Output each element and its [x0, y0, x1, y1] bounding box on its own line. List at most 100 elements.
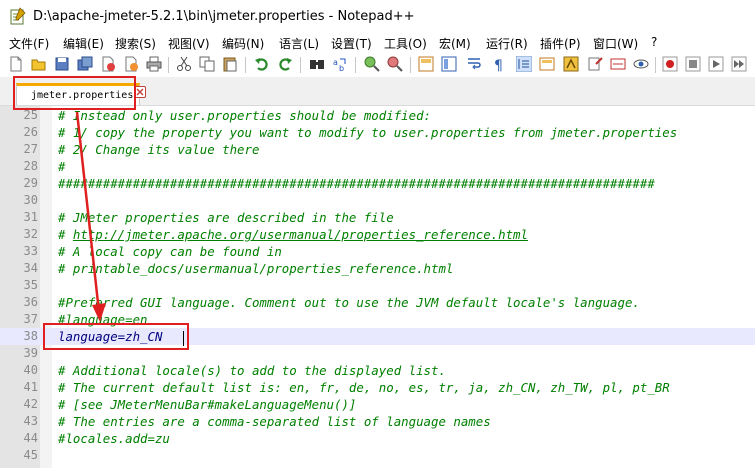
stop-record-icon[interactable]	[685, 56, 701, 72]
code-text: #	[58, 159, 66, 174]
code-line: 28 #	[0, 158, 755, 175]
code-line: 26 # 1/ copy the property you want to mod…	[0, 124, 755, 141]
code-text: # 2/ Change its value there	[58, 142, 260, 157]
copy-icon[interactable]	[199, 56, 215, 72]
tab-bar: jmeter.properties	[0, 77, 755, 106]
text-caret	[183, 331, 184, 346]
tab-jmeter-properties[interactable]: jmeter.properties	[16, 83, 140, 105]
code-text: # JMeter properties are described in the…	[58, 210, 394, 225]
notepadpp-app-icon	[10, 7, 26, 25]
code-line: 29 ######################################…	[0, 175, 755, 192]
code-text: # Instead only user.properties should be…	[58, 108, 431, 123]
editor-area[interactable]: 25 # Instead only user.properties should …	[0, 106, 755, 468]
menu-file[interactable]: 文件(F)	[9, 35, 49, 52]
toolbar-separator	[300, 57, 301, 73]
line-number: 44	[23, 431, 38, 445]
menu-search[interactable]: 搜索(S)	[115, 35, 156, 52]
new-file-icon[interactable]	[8, 56, 24, 72]
sync-horizontal-icon[interactable]	[441, 56, 457, 72]
line-number: 30	[23, 193, 38, 207]
code-line: 39	[0, 345, 755, 362]
line-number: 45	[23, 448, 38, 462]
menu-help[interactable]: ?	[651, 35, 657, 49]
cut-icon[interactable]	[176, 56, 192, 72]
tab-close-icon[interactable]	[134, 86, 146, 98]
line-number: 35	[23, 278, 38, 292]
menu-window[interactable]: 窗口(W)	[593, 35, 638, 52]
open-file-icon[interactable]	[31, 56, 47, 72]
eye-icon[interactable]	[633, 56, 649, 72]
reference-link[interactable]: http://jmeter.apache.org/usermanual/prop…	[73, 227, 528, 242]
toolbar-separator	[655, 57, 656, 73]
toolbar-separator	[410, 57, 411, 73]
line-number: 31	[23, 210, 38, 224]
code-text: # http://jmeter.apache.org/usermanual/pr…	[58, 227, 528, 242]
line-number: 32	[23, 227, 38, 241]
menu-encoding[interactable]: 编码(N)	[222, 35, 264, 52]
paste-icon[interactable]	[222, 56, 238, 72]
menu-view[interactable]: 视图(V)	[168, 35, 210, 52]
svg-text:¶: ¶	[494, 58, 503, 72]
code-line: 25 # Instead only user.properties should …	[0, 107, 755, 124]
code-line: 30	[0, 192, 755, 209]
save-icon[interactable]	[54, 56, 70, 72]
line-number: 28	[23, 159, 38, 173]
play-macro-icon[interactable]	[708, 56, 724, 72]
replace-icon[interactable]: ab	[332, 56, 348, 72]
print-icon[interactable]	[146, 56, 162, 72]
code-line: 35	[0, 277, 755, 294]
menu-macro[interactable]: 宏(M)	[439, 35, 471, 52]
run-macro-multiple-icon[interactable]	[731, 56, 747, 72]
line-number: 33	[23, 244, 38, 258]
code-text: #language=en	[58, 312, 148, 327]
zoom-in-icon[interactable]	[364, 56, 380, 72]
menu-language[interactable]: 语言(L)	[279, 35, 319, 52]
comment-prefix: #	[58, 227, 73, 242]
save-all-icon[interactable]	[77, 56, 93, 72]
code-text: ########################################…	[58, 176, 655, 191]
line-number: 27	[23, 142, 38, 156]
function-list-icon[interactable]	[563, 56, 579, 72]
indent-guide-icon[interactable]	[516, 56, 532, 72]
menu-run[interactable]: 运行(R)	[486, 35, 528, 52]
code-line: 45	[0, 447, 755, 464]
monitoring-icon[interactable]	[610, 56, 626, 72]
code-line: 36 #Preferred GUI language. Comment out t…	[0, 294, 755, 311]
code-text: # [see JMeterMenuBar#makeLanguageMenu()]	[58, 397, 357, 412]
line-number: 37	[23, 312, 38, 326]
document-map-icon[interactable]	[539, 56, 555, 72]
svg-text:a: a	[333, 58, 338, 67]
close-all-icon[interactable]	[123, 56, 139, 72]
code-text: language=zh_CN	[58, 329, 163, 344]
line-number: 36	[23, 295, 38, 309]
code-line: 34 # printable_docs/usermanual/properties…	[0, 260, 755, 277]
menu-settings[interactable]: 设置(T)	[331, 35, 372, 52]
code-text: #Preferred GUI language. Comment out to …	[58, 295, 640, 310]
toolbar: ab ¶	[0, 53, 755, 77]
folder-workspace-icon[interactable]	[587, 56, 603, 72]
find-icon[interactable]	[309, 56, 325, 72]
tab-label: jmeter.properties	[31, 90, 134, 101]
word-wrap-icon[interactable]	[466, 56, 482, 72]
menu-plugins[interactable]: 插件(P)	[540, 35, 581, 52]
menu-tools[interactable]: 工具(O)	[384, 35, 427, 52]
code-line: 32 # http://jmeter.apache.org/usermanual/…	[0, 226, 755, 243]
line-number: 42	[23, 397, 38, 411]
close-icon[interactable]	[100, 56, 116, 72]
undo-icon[interactable]	[254, 56, 270, 72]
line-number: 26	[23, 125, 38, 139]
code-line: 27 # 2/ Change its value there	[0, 141, 755, 158]
zoom-out-icon[interactable]	[387, 56, 403, 72]
line-number: 43	[23, 414, 38, 428]
redo-icon[interactable]	[277, 56, 293, 72]
current-code-line: 38 language=zh_CN	[0, 328, 755, 345]
show-all-chars-icon[interactable]: ¶	[491, 56, 507, 72]
code-text: # printable_docs/usermanual/properties_r…	[58, 261, 454, 276]
record-macro-icon[interactable]	[662, 56, 678, 72]
code-text: #locales.add=zu	[58, 431, 170, 446]
sync-vertical-icon[interactable]	[418, 56, 434, 72]
menu-edit[interactable]: 编辑(E)	[63, 35, 104, 52]
line-number: 40	[23, 363, 38, 377]
toolbar-separator	[168, 57, 169, 73]
code-line: 37 #language=en	[0, 311, 755, 328]
